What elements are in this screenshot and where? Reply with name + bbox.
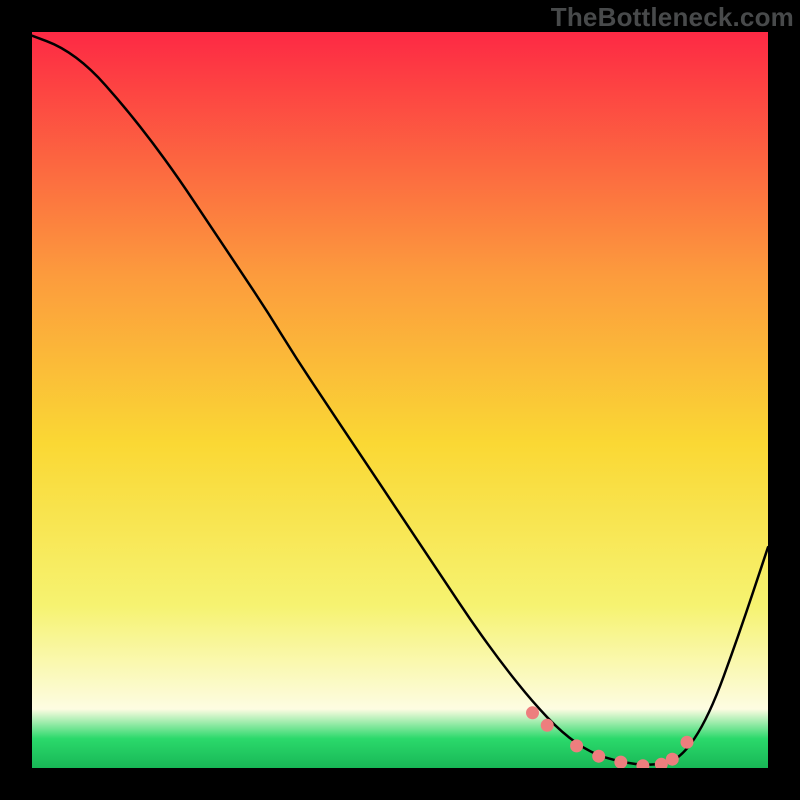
optimal-marker [681, 736, 694, 749]
optimal-marker [666, 753, 679, 766]
optimal-marker [592, 750, 605, 763]
plot-area [32, 32, 768, 768]
chart-frame: TheBottleneck.com [0, 0, 800, 800]
optimal-marker [614, 756, 627, 768]
optimal-marker [541, 719, 554, 732]
watermark-label: TheBottleneck.com [551, 2, 794, 33]
optimal-marker [526, 706, 539, 719]
optimal-marker [570, 739, 583, 752]
bottleneck-chart [32, 32, 768, 768]
gradient-background [32, 32, 768, 768]
